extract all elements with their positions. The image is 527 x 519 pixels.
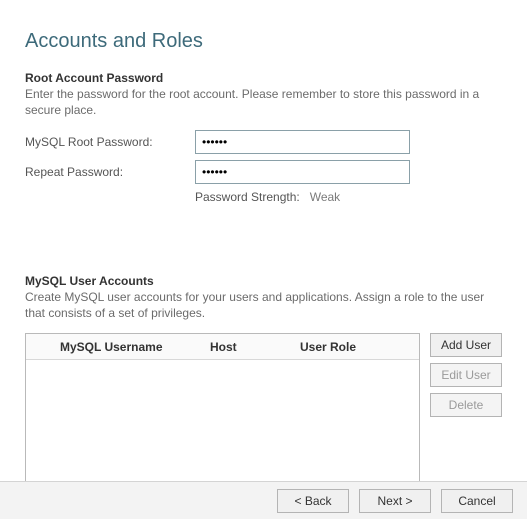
page-title: Accounts and Roles xyxy=(25,30,502,53)
back-button[interactable]: < Back xyxy=(277,489,349,513)
col-header-host[interactable]: Host xyxy=(210,340,300,354)
col-header-username[interactable]: MySQL Username xyxy=(60,340,210,354)
user-accounts-section: MySQL User Accounts Create MySQL user ac… xyxy=(25,274,502,483)
grid-header: MySQL Username Host User Role xyxy=(26,334,419,360)
next-button[interactable]: Next > xyxy=(359,489,431,513)
user-accounts-description: Create MySQL user accounts for your user… xyxy=(25,290,502,321)
user-accounts-grid[interactable]: MySQL Username Host User Role xyxy=(25,333,420,483)
wizard-footer: < Back Next > Cancel xyxy=(0,481,527,519)
add-user-button[interactable]: Add User xyxy=(430,333,502,357)
edit-user-button: Edit User xyxy=(430,363,502,387)
user-accounts-heading: MySQL User Accounts xyxy=(25,274,502,288)
repeat-password-label: Repeat Password: xyxy=(25,165,195,179)
cancel-button[interactable]: Cancel xyxy=(441,489,513,513)
repeat-password-input[interactable] xyxy=(195,160,410,184)
delete-user-button: Delete xyxy=(430,393,502,417)
root-account-section: Root Account Password Enter the password… xyxy=(25,71,502,204)
password-strength-value: Weak xyxy=(310,190,340,204)
root-password-input[interactable] xyxy=(195,130,410,154)
root-password-label: MySQL Root Password: xyxy=(25,135,195,149)
col-header-role[interactable]: User Role xyxy=(300,340,419,354)
root-account-heading: Root Account Password xyxy=(25,71,502,85)
root-account-description: Enter the password for the root account.… xyxy=(25,87,502,118)
password-strength-label: Password Strength: xyxy=(195,190,300,204)
